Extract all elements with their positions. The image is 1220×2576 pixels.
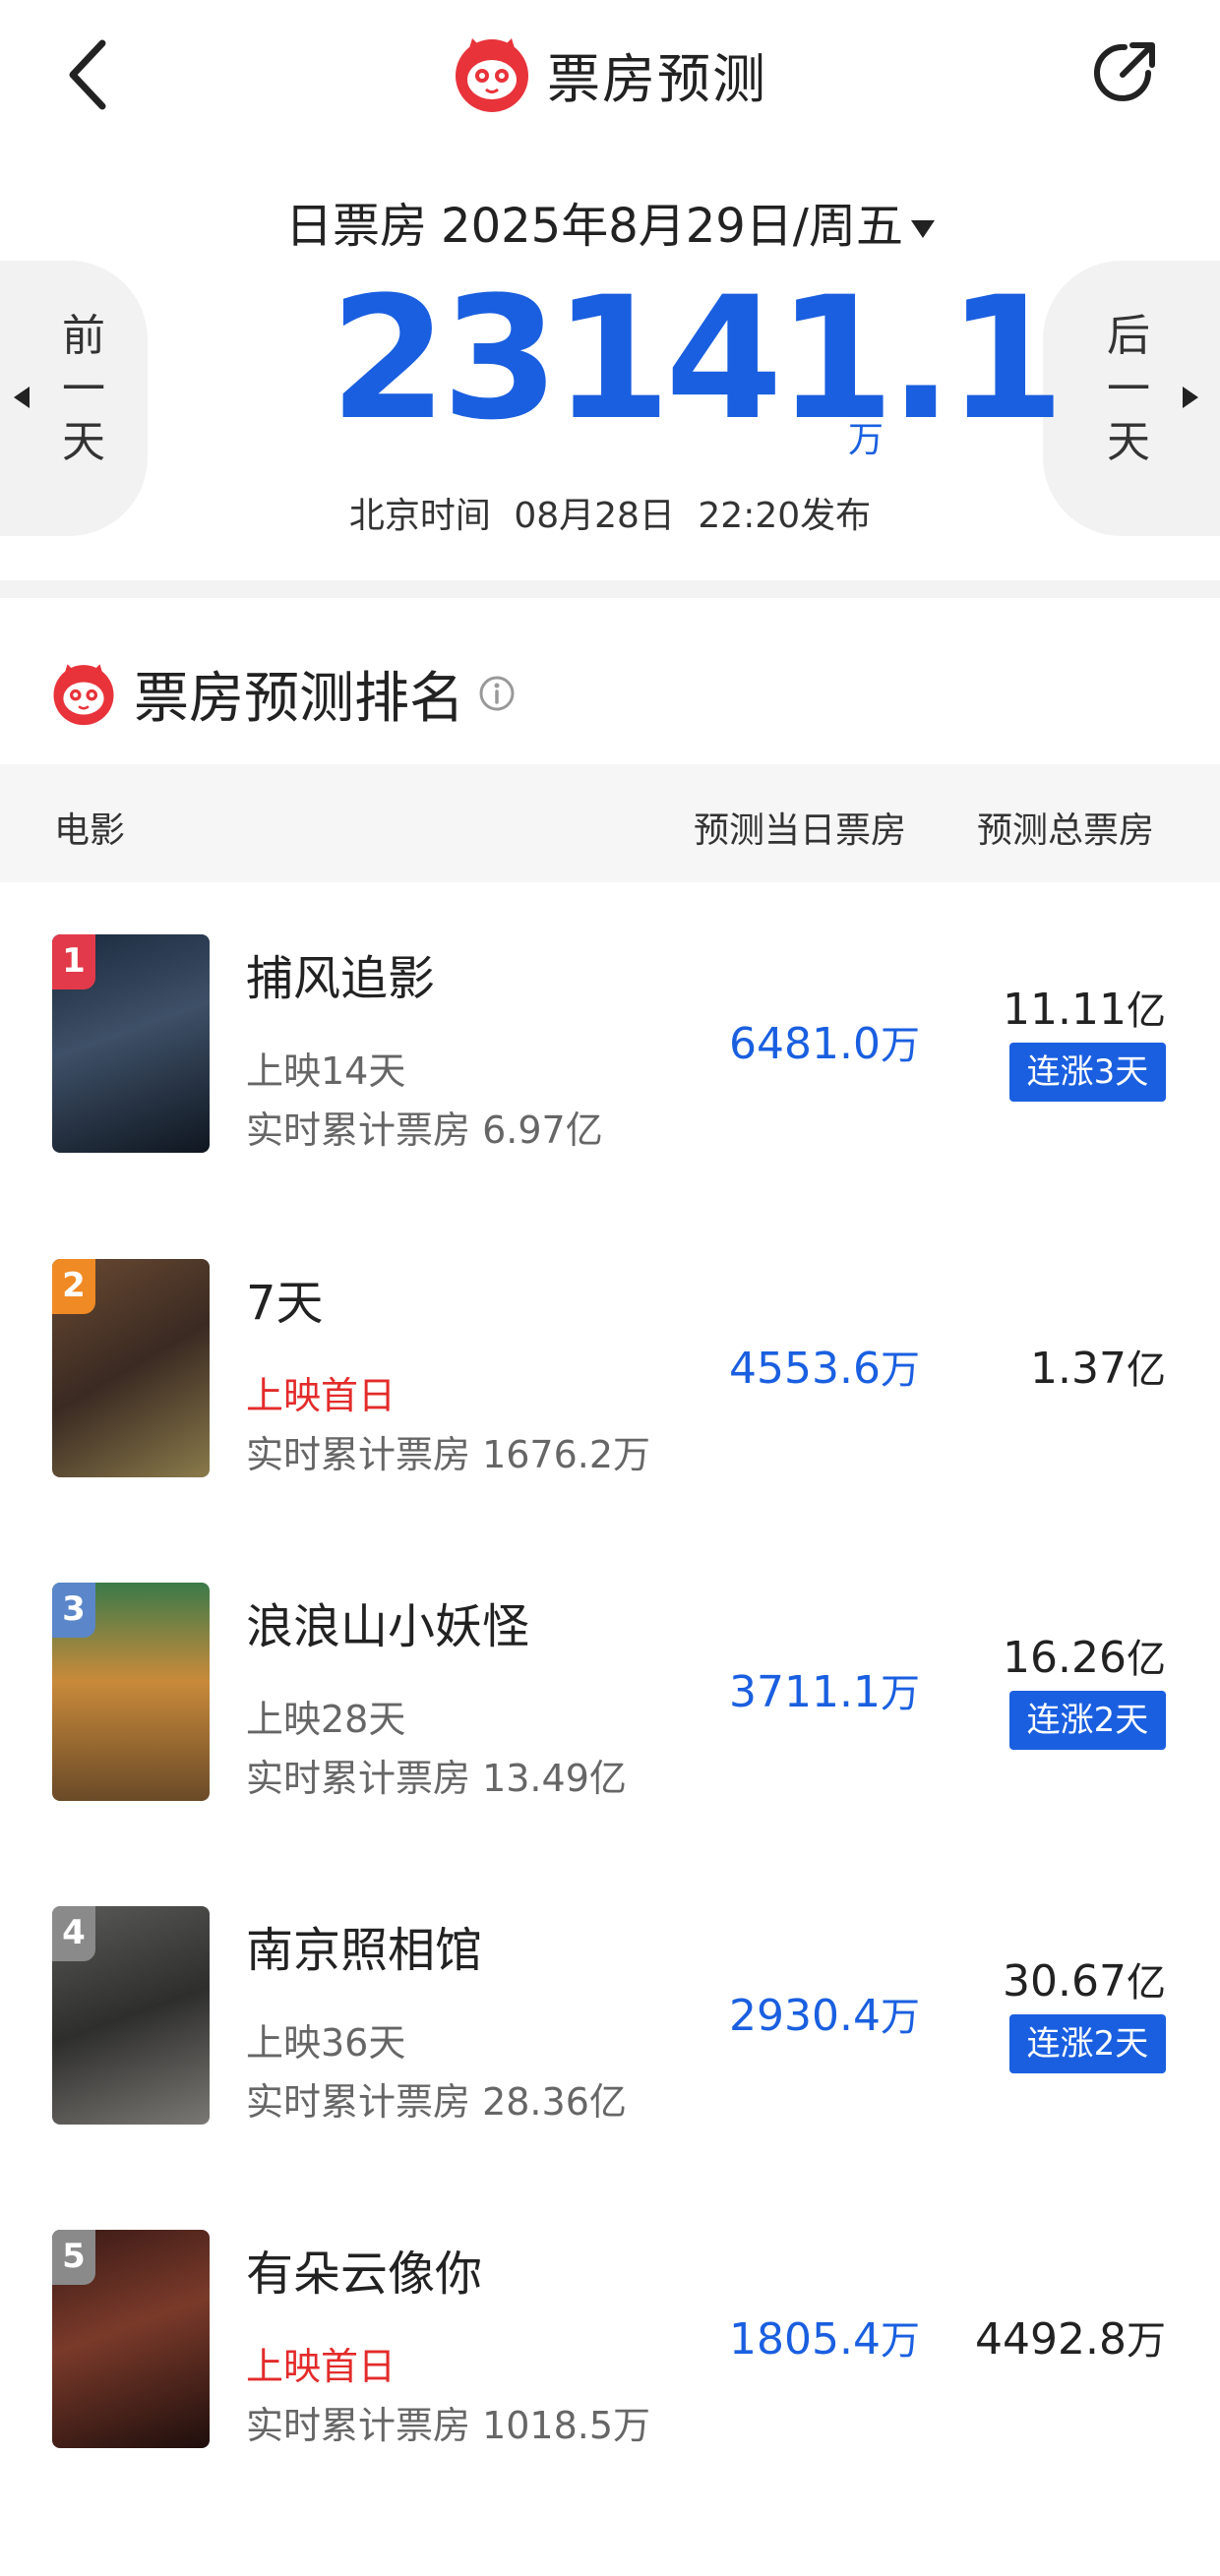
back-arrow-icon[interactable] [61,35,130,114]
rank-badge: 5 [52,2230,95,2285]
predicted-daily-unit: 万 [881,1348,920,1393]
predicted-daily-value: 6481.0 [729,1019,881,1069]
movie-poster: 5 [52,2230,210,2448]
predicted-total-unit: 万 [1127,2318,1166,2364]
predicted-daily-unit: 万 [881,1671,920,1716]
predicted-daily-value: 3711.1 [729,1667,881,1717]
predicted-total-value: 11.11 [1003,985,1127,1035]
predicted-total: 1.37亿 [925,1338,1166,1395]
predicted-total-unit: 亿 [1127,1637,1166,1682]
predicted-daily: 3711.1万 [689,1661,920,1718]
predicted-daily-value: 1805.4 [729,2314,881,2365]
column-header-daily[interactable]: 预测当日票房 [694,802,906,853]
release-status: 上映首日 [246,1374,396,1417]
table-header: 电影 预测当日票房 预测总票房 [0,764,1220,882]
cat-logo-icon [456,38,528,112]
trend-badge: 连涨2天 [1009,1691,1166,1750]
predicted-total-value: 4492.8 [975,2314,1127,2365]
predicted-total-value: 1.37 [1030,1344,1127,1394]
predicted-daily-value: 2930.4 [729,1991,881,2041]
daily-boxoffice-unit: 万 [848,420,884,460]
section-title: 票房预测排名 [134,666,464,731]
movie-poster: 2 [52,1259,210,1477]
predicted-daily-value: 4553.6 [729,1344,881,1394]
predicted-daily: 2930.4万 [689,1985,920,2042]
rank-badge: 1 [52,934,95,989]
daily-boxoffice-total: 23141.1 [330,260,1065,457]
movie-poster: 1 [52,934,210,1153]
cumulative-boxoffice: 实时累计票房 13.49亿 [246,1757,627,1800]
predicted-total-value: 30.67 [1003,1956,1127,2007]
publish-time: 22:20发布 [698,496,872,536]
predicted-total-unit: 亿 [1127,988,1166,1034]
date-selector[interactable]: 日票房 2025年8月29日/周五 [0,187,1220,256]
next-day-label: 后一天 [1107,311,1150,467]
predicted-daily: 1805.4万 [689,2308,920,2366]
predicted-total: 11.11亿 [925,979,1166,1036]
caret-down-icon [910,220,935,238]
predicted-total: 30.67亿 [925,1950,1166,2007]
predicted-daily-unit: 万 [881,1023,920,1068]
movie-title: 浪浪山小妖怪 [246,1599,530,1654]
movie-row[interactable]: 3 浪浪山小妖怪 上映28天 实时累计票房 13.49亿 3711.1万 16.… [0,1583,1220,1907]
date-value: 2025年8月29日/周五 [441,199,903,254]
predicted-total-unit: 亿 [1127,1960,1166,2006]
rank-badge: 3 [52,1583,95,1638]
movie-title: 南京照相馆 [246,1923,483,1978]
publish-info: 北京时间 08月28日 22:20发布 [0,487,1220,538]
header-brand: 票房预测 [453,31,767,116]
release-status: 上映36天 [246,2021,406,2065]
movie-title: 7天 [246,1276,324,1331]
section-divider [0,580,1220,598]
predicted-total: 16.26亿 [925,1627,1166,1684]
top-bar: 票房预测 [0,0,1220,148]
triangle-right-icon [1183,387,1198,408]
cat-logo-icon [53,664,114,726]
predicted-daily: 4553.6万 [689,1338,920,1395]
predicted-total-value: 16.26 [1003,1633,1127,1683]
cumulative-boxoffice: 实时累计票房 1018.5万 [246,2404,651,2447]
release-status: 上映14天 [246,1049,406,1093]
release-status: 上映28天 [246,1698,406,1741]
trend-badge: 连涨3天 [1009,1043,1166,1102]
cumulative-boxoffice: 实时累计票房 28.36亿 [246,2080,627,2124]
share-icon[interactable] [1087,35,1162,110]
predicted-daily: 6481.0万 [689,1013,920,1070]
movie-row[interactable]: 4 南京照相馆 上映36天 实时累计票房 28.36亿 2930.4万 30.6… [0,1906,1220,2231]
column-header-total[interactable]: 预测总票房 [977,802,1154,853]
prev-day-label: 前一天 [62,311,105,467]
movie-row[interactable]: 2 7天 上映首日 实时累计票房 1676.2万 4553.6万 1.37亿 [0,1259,1220,1584]
rank-badge: 4 [52,1906,95,1961]
info-icon[interactable] [478,675,516,712]
rank-badge: 2 [52,1259,95,1314]
predicted-daily-unit: 万 [881,2318,920,2364]
movie-title: 有朵云像你 [246,2247,483,2302]
section-header: 票房预测排名 [51,654,516,733]
page-title: 票房预测 [547,47,767,110]
movie-poster: 3 [52,1583,210,1801]
publish-date: 08月28日 [514,496,675,536]
trend-badge: 连涨2天 [1009,2014,1166,2073]
predicted-total-unit: 亿 [1127,1348,1166,1393]
predicted-total: 4492.8万 [925,2308,1166,2366]
movie-row[interactable]: 5 有朵云像你 上映首日 实时累计票房 1018.5万 1805.4万 4492… [0,2230,1220,2554]
triangle-left-icon [14,387,30,408]
cumulative-boxoffice: 实时累计票房 6.97亿 [246,1108,603,1152]
date-label: 日票房 [285,199,428,254]
publish-label: 北京时间 [348,496,491,536]
movie-row[interactable]: 1 捕风追影 上映14天 实时累计票房 6.97亿 6481.0万 11.11亿… [0,934,1220,1259]
predicted-daily-unit: 万 [881,1995,920,2040]
cumulative-boxoffice: 实时累计票房 1676.2万 [246,1433,651,1476]
column-header-movie: 电影 [54,810,126,851]
movie-poster: 4 [52,1906,210,2125]
movie-title: 捕风追影 [246,951,436,1006]
release-status: 上映首日 [246,2345,396,2388]
